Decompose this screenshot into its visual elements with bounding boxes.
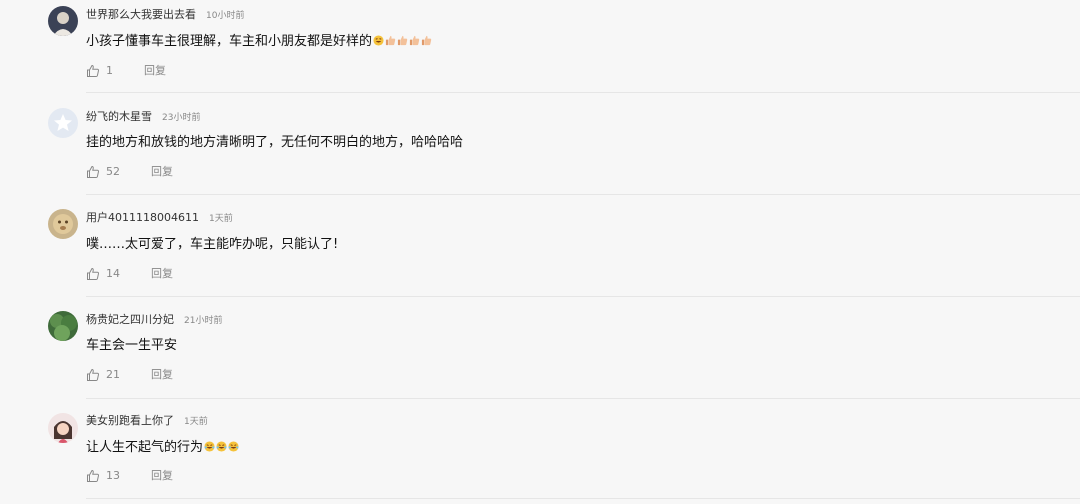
reply-button[interactable]: 回复 xyxy=(144,63,166,79)
like-count: 52 xyxy=(106,165,120,178)
avatar[interactable] xyxy=(48,209,78,239)
thumbs-up-emoji xyxy=(397,35,408,46)
comment-text: 让人生不起气的行为 xyxy=(86,439,239,457)
laugh-cry-emoji xyxy=(228,441,239,452)
comment-time: 21小时前 xyxy=(184,316,223,326)
avatar[interactable] xyxy=(48,108,78,138)
comment-body: 小孩子懂事车主很理解，车主和小朋友都是好样的 xyxy=(86,34,373,49)
thumbs-up-icon xyxy=(87,267,99,280)
comment-actions: 21 回复 xyxy=(86,367,286,383)
comment-body: 噗……太可爱了，车主能咋办呢，只能认了! xyxy=(86,237,339,252)
comment-time: 1天前 xyxy=(184,417,208,427)
divider xyxy=(86,398,1080,399)
username[interactable]: 世界那么大我要出去看 10小时前 xyxy=(86,8,244,23)
comment-actions: 52 回复 xyxy=(86,164,286,180)
username-text[interactable]: 用户4011118004611 xyxy=(86,211,199,224)
avatar[interactable] xyxy=(48,413,78,443)
like-count: 14 xyxy=(106,267,120,280)
like-button[interactable]: 1 xyxy=(86,63,113,79)
thumbs-up-icon xyxy=(87,368,99,381)
username-text[interactable]: 纷飞的木星雪 xyxy=(86,110,152,123)
like-count: 1 xyxy=(106,64,113,77)
reply-button[interactable]: 回复 xyxy=(151,164,173,180)
comment-time: 10小时前 xyxy=(206,11,245,21)
avatar[interactable] xyxy=(48,6,78,36)
comment-text: 小孩子懂事车主很理解，车主和小朋友都是好样的 xyxy=(86,33,432,51)
username[interactable]: 杨贵妃之四川分妃 21小时前 xyxy=(86,313,222,328)
grin-emoji xyxy=(373,35,384,46)
thumbs-up-emoji xyxy=(421,35,432,46)
like-button[interactable]: 52 xyxy=(86,164,120,180)
comment-actions: 1 回复 xyxy=(86,63,286,79)
like-button[interactable]: 21 xyxy=(86,367,120,383)
username-text[interactable]: 世界那么大我要出去看 xyxy=(86,8,196,21)
comment-body: 车主会一生平安 xyxy=(86,338,178,353)
comment-body: 让人生不起气的行为 xyxy=(86,440,204,455)
comment-text: 车主会一生平安 xyxy=(86,337,177,355)
username[interactable]: 美女别跑看上你了 1天前 xyxy=(86,414,208,429)
thumbs-up-icon xyxy=(87,64,99,77)
like-count: 21 xyxy=(106,368,120,381)
username-text[interactable]: 美女别跑看上你了 xyxy=(86,414,174,427)
laugh-cry-emoji xyxy=(216,441,227,452)
comment-text: 挂的地方和放钱的地方清晰明了，无任何不明白的地方，哈哈哈哈 xyxy=(86,134,463,152)
reply-button[interactable]: 回复 xyxy=(151,367,173,383)
thumbs-up-icon xyxy=(87,165,99,178)
username[interactable]: 纷飞的木星雪 23小时前 xyxy=(86,110,200,125)
comment-time: 23小时前 xyxy=(162,113,201,123)
reply-button[interactable]: 回复 xyxy=(151,266,173,282)
comment-time: 1天前 xyxy=(208,214,233,224)
divider xyxy=(86,92,1080,93)
comment-actions: 13 回复 xyxy=(86,468,286,484)
divider xyxy=(86,498,1080,499)
comment-text: 噗……太可爱了，车主能咋办呢，只能认了! xyxy=(86,236,338,254)
username[interactable]: 用户4011118004611 1天前 xyxy=(86,211,233,226)
like-button[interactable]: 13 xyxy=(86,468,120,484)
like-button[interactable]: 14 xyxy=(86,266,120,282)
divider xyxy=(86,194,1080,195)
reply-button[interactable]: 回复 xyxy=(151,468,173,484)
comment-body: 挂的地方和放钱的地方清晰明了，无任何不明白的地方，哈哈哈哈 xyxy=(86,135,464,150)
avatar[interactable] xyxy=(48,311,78,341)
username-text[interactable]: 杨贵妃之四川分妃 xyxy=(86,313,174,326)
divider xyxy=(86,296,1080,297)
like-count: 13 xyxy=(106,469,120,482)
thumbs-up-emoji xyxy=(409,35,420,46)
thumbs-up-icon xyxy=(87,469,99,482)
thumbs-up-emoji xyxy=(385,35,396,46)
laugh-cry-emoji xyxy=(204,441,215,452)
comment-actions: 14 回复 xyxy=(86,266,286,282)
